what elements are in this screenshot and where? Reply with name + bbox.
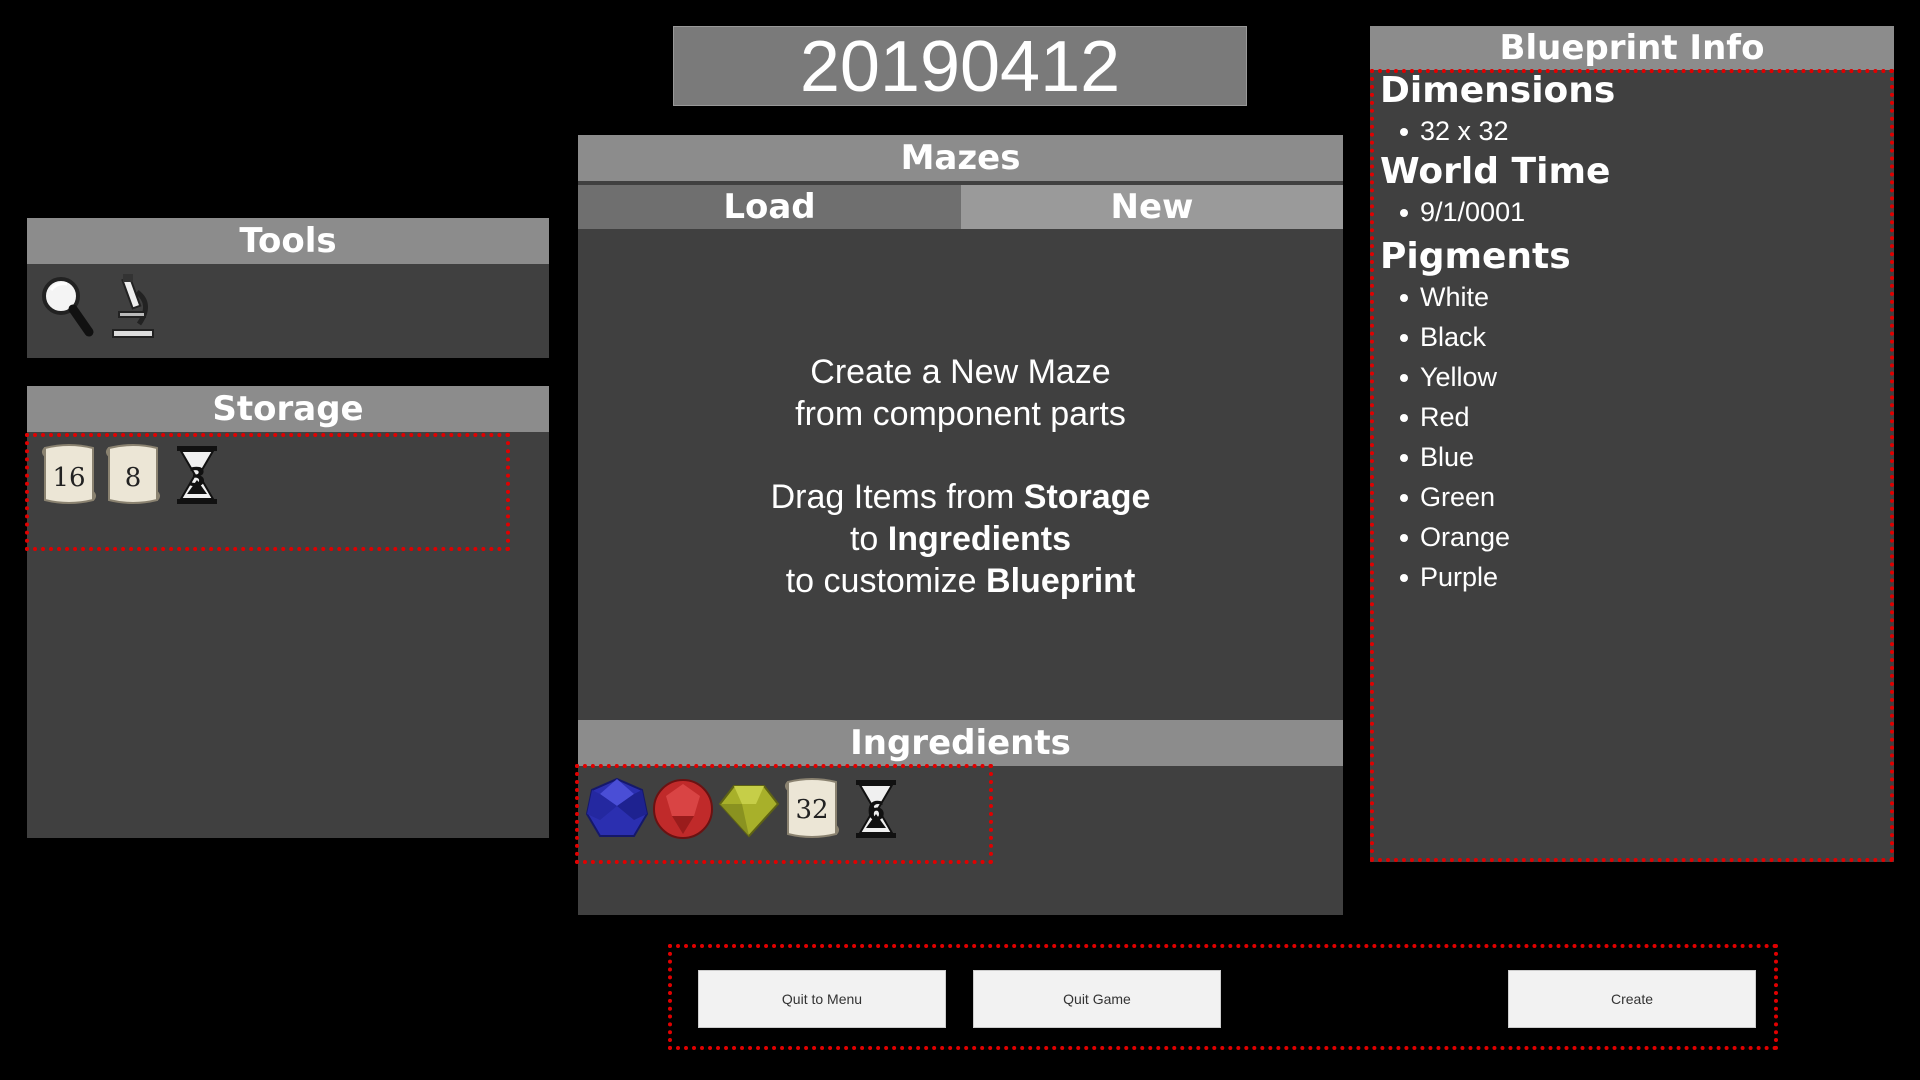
ingredients-title: Ingredients xyxy=(578,720,1343,766)
mazes-title: Mazes xyxy=(578,135,1343,181)
seed-display: 20190412 xyxy=(673,26,1247,107)
ingredients-drop-zone[interactable] xyxy=(575,764,993,864)
desc-line: from component parts xyxy=(795,395,1126,433)
storage-title: Storage xyxy=(27,386,549,432)
storage-drop-zone[interactable] xyxy=(25,433,510,551)
quit-game-button[interactable]: Quit Game xyxy=(973,970,1221,1028)
magnifier-icon[interactable] xyxy=(37,272,97,342)
tools-title: Tools xyxy=(27,218,549,264)
desc-text: Drag Items from xyxy=(770,478,1024,516)
create-button[interactable]: Create xyxy=(1508,970,1756,1028)
tab-new[interactable]: New xyxy=(961,185,1343,229)
tools-panel: Tools xyxy=(27,218,549,358)
desc-line: Create a New Maze xyxy=(810,353,1111,391)
desc-bold: Blueprint xyxy=(986,562,1136,600)
desc-line: Drag Items from Storage xyxy=(578,476,1343,518)
microscope-icon[interactable] xyxy=(103,272,163,342)
desc-text: to xyxy=(849,520,888,558)
maze-description: Create a New Maze from component parts D… xyxy=(578,351,1343,602)
desc-bold: Ingredients xyxy=(887,520,1072,558)
blueprint-drop-zone xyxy=(1370,69,1894,862)
tab-load[interactable]: Load xyxy=(578,185,961,229)
blueprint-title: Blueprint Info xyxy=(1370,26,1894,70)
quit-to-menu-button[interactable]: Quit to Menu xyxy=(698,970,946,1028)
desc-text: to customize xyxy=(785,562,987,600)
desc-line: to customize Blueprint xyxy=(578,560,1343,602)
desc-line: to Ingredients xyxy=(578,518,1343,560)
desc-bold: Storage xyxy=(1023,478,1151,516)
